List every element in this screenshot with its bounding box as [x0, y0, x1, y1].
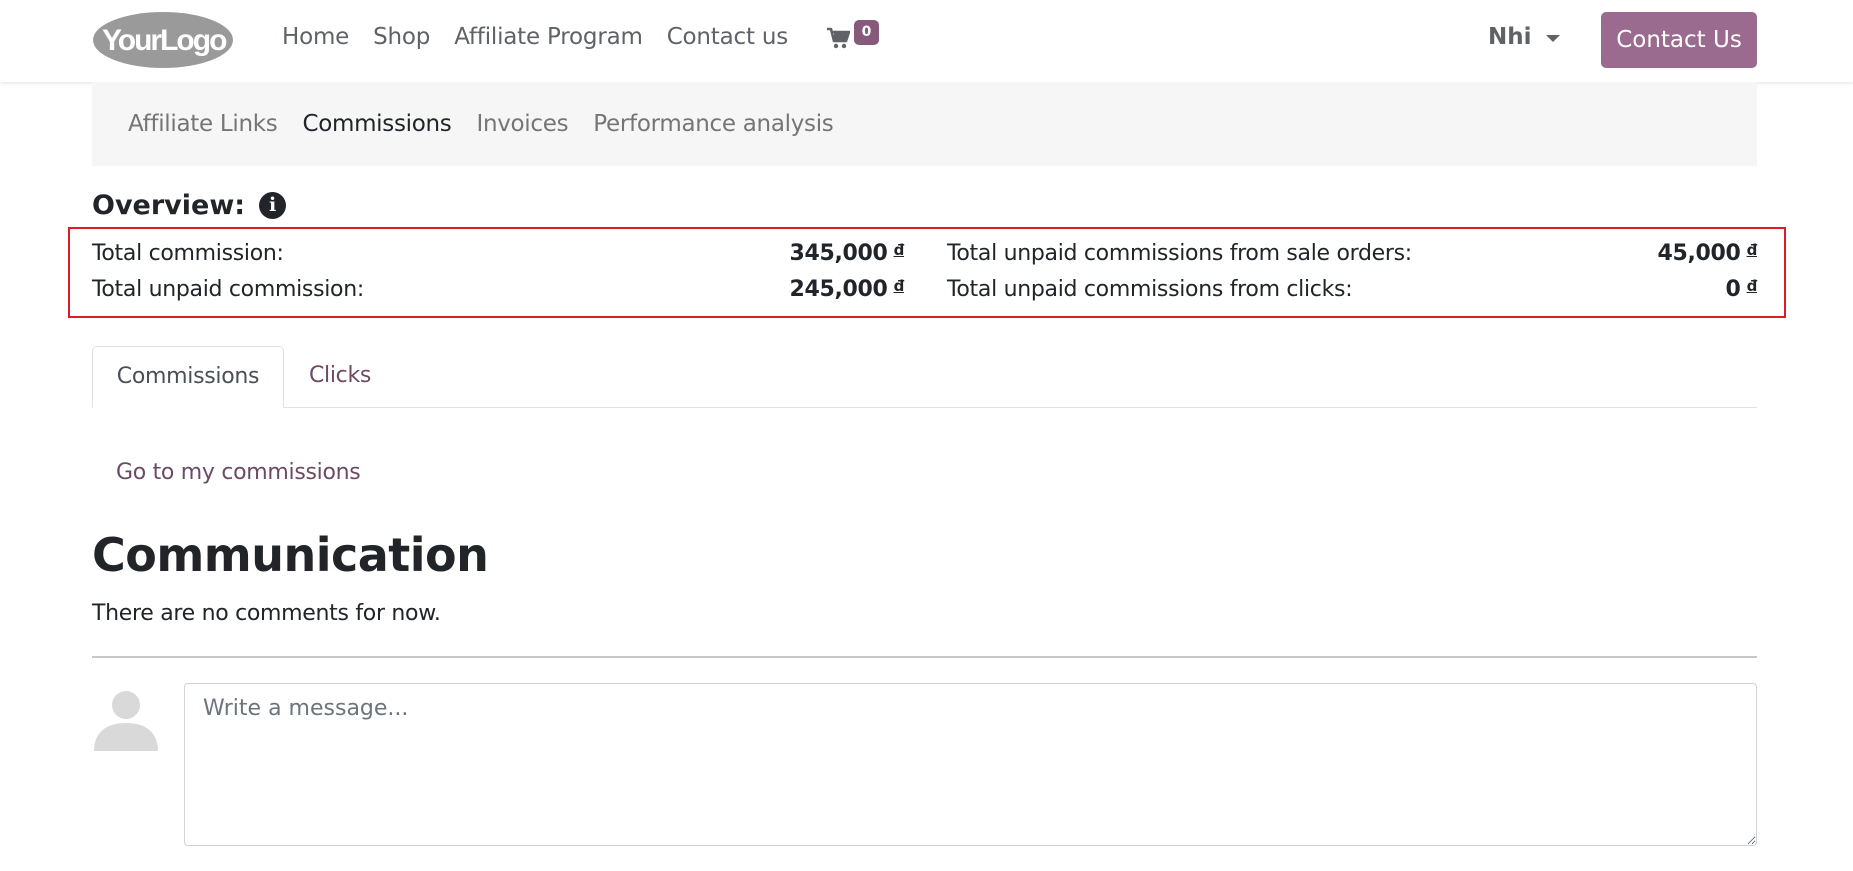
user-name: Nhi: [1488, 24, 1532, 50]
chevron-down-icon: [1545, 34, 1560, 42]
top-header: YourLogo Home Shop Affiliate Program Con…: [0, 0, 1853, 82]
currency-symbol: đ: [1746, 277, 1758, 295]
message-input[interactable]: [184, 683, 1757, 846]
tab-clicks[interactable]: Clicks: [309, 346, 371, 408]
nav-contact-us[interactable]: Contact us: [667, 24, 789, 50]
nav-shop[interactable]: Shop: [373, 24, 430, 50]
shopping-cart-icon[interactable]: [826, 26, 850, 50]
currency-symbol: đ: [1746, 241, 1758, 259]
tab-commissions[interactable]: Commissions: [92, 346, 284, 408]
go-to-commissions-link[interactable]: Go to my commissions: [116, 460, 361, 485]
stat-total-commission-value: 345,000 đ: [789, 241, 905, 266]
stat-unpaid-sale-orders-label: Total unpaid commissions from sale order…: [947, 241, 1412, 266]
main-nav: Home Shop Affiliate Program Contact us: [282, 24, 812, 50]
currency-symbol: đ: [893, 241, 905, 259]
contact-us-button[interactable]: Contact Us: [1601, 12, 1757, 68]
stat-unpaid-clicks-value: 0đ: [1725, 277, 1758, 302]
stat-total-unpaid-label: Total unpaid commission:: [92, 277, 364, 302]
subnav-affiliate-links[interactable]: Affiliate Links: [128, 111, 278, 137]
user-menu[interactable]: Nhi: [1488, 24, 1560, 50]
communication-title: Communication: [92, 528, 489, 582]
overview-stats: [68, 227, 1786, 318]
logo-icon[interactable]: YourLogo: [92, 11, 234, 69]
avatar-placeholder-icon: [92, 683, 160, 751]
stat-unpaid-sale-orders-value: 45,000 đ: [1657, 241, 1758, 266]
currency-symbol: đ: [893, 277, 905, 295]
logo-text: YourLogo: [102, 24, 227, 57]
nav-home[interactable]: Home: [282, 24, 349, 50]
subnav-performance-analysis[interactable]: Performance analysis: [593, 111, 833, 137]
stat-total-unpaid-value: 245,000 đ: [789, 277, 905, 302]
overview-title: Overview:: [92, 190, 246, 221]
cart-count-badge: 0: [854, 20, 879, 45]
subnav-commissions[interactable]: Commissions: [302, 111, 451, 137]
subnav-invoices[interactable]: Invoices: [476, 111, 568, 137]
portal-subnav: Affiliate Links Commissions Invoices Per…: [92, 82, 1757, 166]
overview-heading: Overview: i: [92, 190, 287, 221]
tab-bar: Commissions Clicks: [92, 346, 1757, 408]
no-comments-text: There are no comments for now.: [92, 601, 441, 626]
stat-unpaid-clicks-label: Total unpaid commissions from clicks:: [947, 277, 1353, 302]
stat-total-commission-label: Total commission:: [92, 241, 284, 266]
info-icon[interactable]: i: [259, 192, 287, 219]
nav-affiliate-program[interactable]: Affiliate Program: [454, 24, 643, 50]
divider: [92, 656, 1757, 658]
